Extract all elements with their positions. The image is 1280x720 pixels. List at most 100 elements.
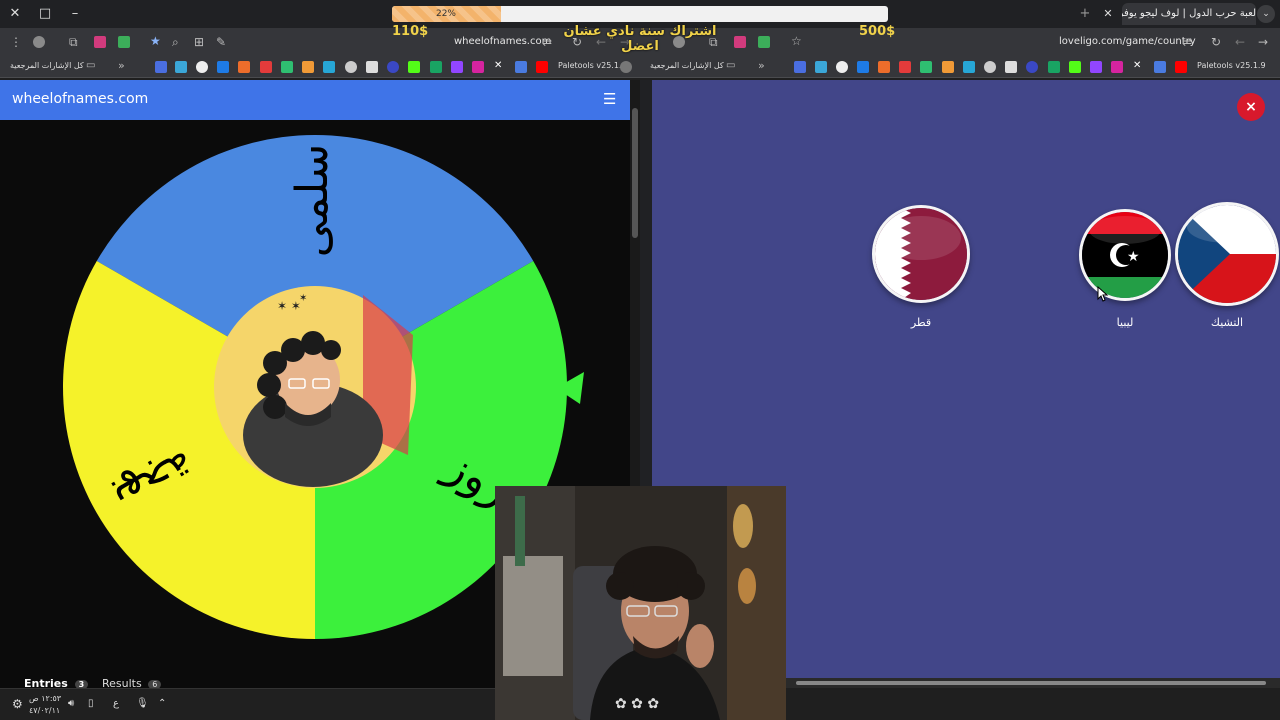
bookmark-icon[interactable] xyxy=(387,61,399,73)
all-bookmarks-link[interactable]: كل الإشارات المرجعية xyxy=(650,60,724,72)
bookmark-icon[interactable] xyxy=(302,61,314,73)
wheel-site-title[interactable]: wheelofnames.com xyxy=(12,91,148,107)
x-icon[interactable]: ✕ xyxy=(494,59,502,73)
results-count-badge: 6 xyxy=(148,680,162,688)
bookmark-icon[interactable] xyxy=(323,61,335,73)
bookmark-icon[interactable] xyxy=(857,61,869,73)
microphone-icon[interactable]: 🎙︎ xyxy=(136,698,149,710)
country-card-qatar[interactable] xyxy=(872,205,970,303)
battery-icon[interactable]: ▯ xyxy=(88,698,94,710)
right-pane-horizontal-scrollbar[interactable] xyxy=(786,678,1280,688)
site-settings-icon[interactable]: ⇌ xyxy=(1182,35,1192,49)
country-name-qatar: قطر xyxy=(910,316,932,329)
bookmark-icon[interactable] xyxy=(345,61,357,73)
eyedropper-icon[interactable]: ✎ xyxy=(216,35,226,49)
right-url-text[interactable]: loveligo.com/game/country xyxy=(1059,35,1196,49)
qatar-flag-icon xyxy=(875,208,967,300)
more-bookmarks-icon[interactable]: » xyxy=(118,59,125,73)
close-tab-icon[interactable]: ✕ xyxy=(1100,4,1116,24)
language-indicator[interactable]: ع xyxy=(113,698,119,710)
bookmark-icon[interactable] xyxy=(815,61,827,73)
extensions-icon[interactable]: ⧉ xyxy=(69,35,78,49)
bookmark-star-icon[interactable]: ★ xyxy=(150,34,161,48)
globe-icon xyxy=(620,61,632,73)
close-window-icon[interactable]: ✕ xyxy=(4,4,26,24)
paletools-link[interactable]: Paletools v25.1.9 xyxy=(1197,60,1266,72)
menu-dots-icon[interactable]: ⋮ xyxy=(10,35,22,49)
bookmark-icon[interactable] xyxy=(175,61,187,73)
tab-entries[interactable]: Entries 3 xyxy=(24,677,89,688)
profile-icon[interactable] xyxy=(33,36,45,48)
forward-icon[interactable]: ← xyxy=(1235,35,1245,49)
bookmark-icon[interactable] xyxy=(984,61,996,73)
kick-icon[interactable] xyxy=(408,61,420,73)
bookmark-icon[interactable] xyxy=(430,61,442,73)
reload-icon[interactable]: ↻ xyxy=(1211,35,1221,49)
bookmark-icon[interactable] xyxy=(963,61,975,73)
all-bookmarks-link[interactable]: كل الإشارات المرجعية xyxy=(10,60,84,72)
wheel-segment-salma-label: سلمى xyxy=(287,144,338,258)
bookmark-icon[interactable] xyxy=(1048,61,1060,73)
tab-search-icon[interactable]: ⌄ xyxy=(1257,5,1275,23)
x-icon[interactable]: ✕ xyxy=(1133,59,1141,73)
instagram-icon[interactable] xyxy=(472,61,484,73)
paletools-link[interactable]: Paletools v25.1.9 xyxy=(558,60,627,72)
tab-active[interactable]: لعبة حرب الدول | لوف ليجو يوفر xyxy=(1122,3,1256,25)
bookmark-icon[interactable] xyxy=(155,61,167,73)
back-icon[interactable]: → xyxy=(1258,35,1268,49)
bookmark-icon[interactable] xyxy=(899,61,911,73)
wheel-pointer xyxy=(556,372,584,404)
left-url-text[interactable]: wheelofnames.com xyxy=(454,35,551,49)
translate-icon[interactable]: ⊞ xyxy=(194,35,204,49)
ublock-icon[interactable] xyxy=(94,36,106,48)
name-wheel[interactable]: سلمىروزبهجة ✶ ✶ ✶ xyxy=(63,135,567,639)
tab-results[interactable]: Results 6 xyxy=(102,677,162,688)
hamburger-menu-icon[interactable]: ☰ xyxy=(603,90,616,108)
bookmark-icon[interactable] xyxy=(942,61,954,73)
bookmark-icon[interactable] xyxy=(515,61,527,73)
bookmark-icon[interactable] xyxy=(878,61,890,73)
twitch-icon[interactable] xyxy=(451,61,463,73)
volume-icon[interactable]: 🔊︎ xyxy=(68,698,74,710)
site-settings-icon[interactable]: ⇌ xyxy=(542,35,552,49)
shield-icon[interactable] xyxy=(758,36,770,48)
bookmark-star-icon[interactable]: ☆ xyxy=(791,34,802,48)
close-button[interactable]: × xyxy=(1237,93,1265,121)
webcam-feed: ✿ ✿ ✿ xyxy=(495,486,786,720)
bookmark-icon[interactable] xyxy=(836,61,848,73)
zoom-icon[interactable]: ⌕ xyxy=(172,35,179,49)
show-hidden-icons-icon[interactable]: ⌃ xyxy=(158,698,166,710)
bookmark-icon[interactable] xyxy=(238,61,250,73)
svg-text:★: ★ xyxy=(1127,249,1140,265)
clock-date[interactable]: ٤٧/٠٢/١١ xyxy=(29,705,60,717)
instagram-icon[interactable] xyxy=(1111,61,1123,73)
bookmark-icon[interactable] xyxy=(1005,61,1017,73)
kick-icon[interactable] xyxy=(1069,61,1081,73)
streamer-video: ✿ ✿ ✿ xyxy=(495,486,786,720)
youtube-icon[interactable] xyxy=(536,61,548,73)
more-bookmarks-icon[interactable]: » xyxy=(758,59,765,73)
bookmark-icon[interactable] xyxy=(794,61,806,73)
windows-taskbar: ⚙ ١٢:٥٣ ص ٤٧/٠٢/١١ 🔊︎ ▯ ع 🎙︎ ⌃ xyxy=(0,688,495,720)
clock-time[interactable]: ١٢:٥٣ ص xyxy=(29,693,61,705)
twitch-icon[interactable] xyxy=(1090,61,1102,73)
bookmark-icon[interactable] xyxy=(260,61,272,73)
country-card-libya[interactable]: ★ xyxy=(1079,209,1171,301)
bookmark-icon[interactable] xyxy=(1026,61,1038,73)
country-card-czech[interactable] xyxy=(1175,202,1279,306)
bookmark-icon[interactable] xyxy=(920,61,932,73)
youtube-icon[interactable] xyxy=(1175,61,1187,73)
minimize-window-icon[interactable]: – xyxy=(64,4,86,24)
bookmark-icon[interactable] xyxy=(366,61,378,73)
ublock-icon[interactable] xyxy=(734,36,746,48)
maximize-window-icon[interactable]: □ xyxy=(34,4,56,24)
bookmark-icon[interactable] xyxy=(217,61,229,73)
bookmark-icon[interactable] xyxy=(281,61,293,73)
extension-badge-icon[interactable] xyxy=(118,36,130,48)
bookmark-icon[interactable] xyxy=(196,61,208,73)
libya-flag-icon: ★ xyxy=(1082,212,1168,298)
country-name-libya: ليبيا xyxy=(1116,316,1134,329)
bookmark-icon[interactable] xyxy=(1154,61,1166,73)
network-icon[interactable]: ⚙ xyxy=(12,698,23,710)
new-tab-icon[interactable]: + xyxy=(1077,4,1093,24)
